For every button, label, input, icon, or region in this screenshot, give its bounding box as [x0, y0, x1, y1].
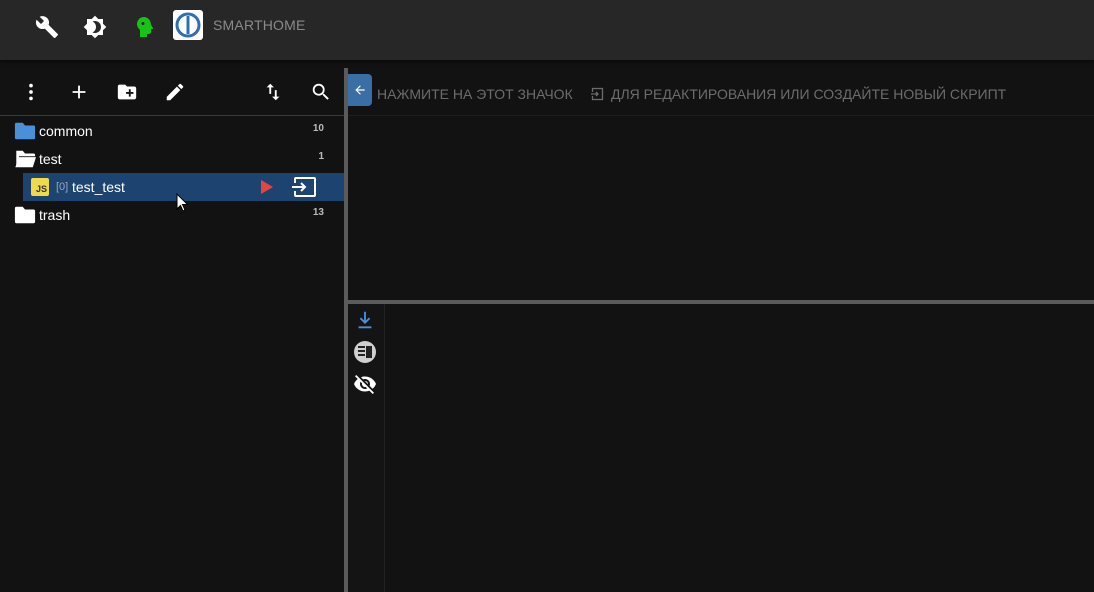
hint-text: НАЖМИТЕ НА ЭТОТ ЗНАЧОК [377, 86, 573, 102]
logo[interactable] [173, 10, 203, 40]
open-script-icon[interactable] [291, 177, 317, 197]
explorer-toolbar [0, 68, 344, 116]
scroll-down-icon[interactable] [352, 307, 378, 333]
editor-hint-bar: НАЖМИТЕ НА ЭТОТ ЗНАЧОК ДЛЯ РЕДАКТИРОВАНИ… [348, 68, 1094, 116]
head-icon[interactable] [130, 14, 156, 40]
search-icon[interactable] [309, 80, 333, 104]
folder-count: 10 [312, 123, 324, 134]
folder-icon [14, 122, 36, 140]
folder-name: test [39, 151, 62, 167]
log-toolbar [348, 304, 385, 592]
editor-area: НАЖМИТЕ НА ЭТОТ ЗНАЧОК ДЛЯ РЕДАКТИРОВАНИ… [348, 68, 1094, 300]
app-window: SMARTHOME common 10 test 1 JS [0] test_t… [0, 0, 1094, 592]
brightness-icon[interactable] [82, 14, 108, 40]
log-panel [348, 304, 1094, 592]
arrow-back-icon [355, 85, 365, 95]
folder-count: 1 [318, 151, 324, 162]
folder-row-common[interactable]: common 10 [0, 117, 344, 145]
create-folder-icon[interactable] [115, 80, 139, 104]
log-output [386, 304, 1094, 592]
folder-name: common [39, 123, 93, 139]
hide-icon[interactable] [352, 371, 378, 397]
script-name: test_test [72, 179, 125, 195]
collapse-menu-button[interactable] [348, 74, 372, 106]
folder-row-trash[interactable]: trash 13 [0, 201, 344, 229]
app-name: SMARTHOME [213, 17, 306, 33]
hint-text: ДЛЯ РЕДАКТИРОВАНИЯ ИЛИ СОЗДАЙТЕ НОВЫЙ СК… [611, 86, 1007, 102]
folder-name: trash [39, 207, 71, 223]
mouse-cursor-icon [176, 193, 189, 212]
folder-open-icon [15, 150, 36, 168]
folder-row-test[interactable]: test 1 [0, 145, 344, 173]
top-bar: SMARTHOME [0, 0, 1094, 60]
log-layout-icon[interactable] [352, 339, 378, 365]
more-vert-icon[interactable] [19, 80, 43, 104]
add-icon[interactable] [67, 80, 91, 104]
folder-icon [14, 206, 36, 224]
edit-icon[interactable] [163, 80, 187, 104]
script-explorer: common 10 test 1 JS [0] test_test trash … [0, 68, 344, 592]
sort-icon[interactable] [261, 80, 285, 104]
play-icon[interactable] [260, 180, 274, 194]
open-script-icon [590, 87, 604, 101]
script-index: [0] [56, 181, 69, 193]
folder-count: 13 [312, 207, 324, 218]
js-badge-icon: JS [31, 178, 49, 196]
wrench-icon[interactable] [34, 14, 60, 40]
